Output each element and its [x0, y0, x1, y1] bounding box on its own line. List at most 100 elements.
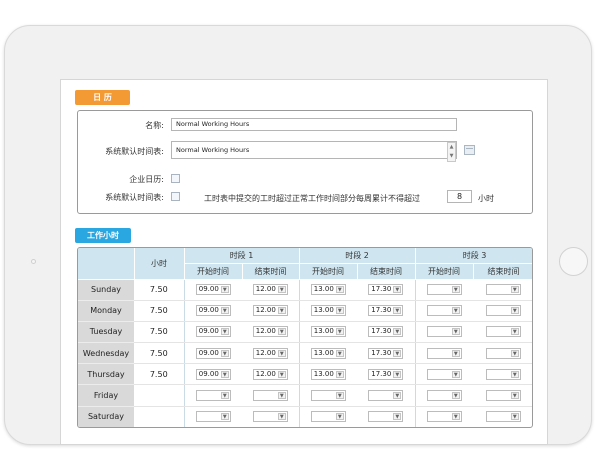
chevron-down-icon[interactable]: ▼: [451, 328, 460, 336]
chevron-down-icon[interactable]: ▼: [451, 286, 460, 294]
chevron-down-icon[interactable]: ▼: [510, 286, 519, 294]
chevron-down-icon[interactable]: ▼: [451, 370, 460, 378]
chevron-down-icon[interactable]: ▼: [277, 328, 286, 336]
p2-end-time-select[interactable]: 17.30 ▼: [368, 347, 404, 359]
tablet-home-button[interactable]: [559, 247, 588, 276]
p1-end-time-select[interactable]: 12.00 ▼: [252, 347, 288, 359]
chevron-down-icon[interactable]: ▼: [451, 349, 460, 357]
chevron-down-icon[interactable]: ▼: [510, 307, 519, 315]
chevron-down-icon[interactable]: ▼: [510, 370, 519, 378]
p1-end-time-select[interactable]: ▼: [252, 390, 288, 402]
calendar-icon[interactable]: [464, 145, 475, 155]
p3-start-time-select[interactable]: ▼: [426, 368, 462, 380]
p1-start-time-select[interactable]: 09.00 ▼: [195, 347, 231, 359]
p2-end-time-select[interactable]: 17.30 ▼: [368, 305, 404, 317]
chevron-down-icon[interactable]: ▼: [220, 370, 229, 378]
p1-end-time-select[interactable]: 12.00 ▼: [252, 305, 288, 317]
overtime-hours-input[interactable]: 8: [447, 190, 472, 203]
p1-end-time-select[interactable]: 12.00 ▼: [252, 284, 288, 296]
p3-start-time-select[interactable]: ▼: [426, 305, 462, 317]
p2-start-time-select[interactable]: 13.00 ▼: [310, 326, 346, 338]
p3-start-time-select[interactable]: ▼: [426, 390, 462, 402]
default-timesheet-checkbox[interactable]: [171, 192, 180, 201]
chevron-down-icon[interactable]: ▼: [220, 307, 229, 315]
chevron-down-icon[interactable]: ▼: [393, 370, 402, 378]
p2-end-time-select[interactable]: 17.30 ▼: [368, 284, 404, 296]
chevron-down-icon[interactable]: ▼: [220, 328, 229, 336]
chevron-down-icon[interactable]: ▼: [335, 307, 344, 315]
name-input[interactable]: Normal Working Hours: [171, 118, 457, 131]
p2-end-time-select[interactable]: ▼: [368, 390, 404, 402]
chevron-down-icon[interactable]: ▼: [510, 413, 519, 421]
chevron-down-icon[interactable]: ▼: [393, 413, 402, 421]
chevron-down-icon[interactable]: ▼: [277, 370, 286, 378]
chevron-down-icon[interactable]: ▼: [393, 307, 402, 315]
chevron-down-icon[interactable]: ▼: [277, 349, 286, 357]
chevron-down-icon[interactable]: ▼: [277, 413, 286, 421]
time-value: 13.00: [313, 327, 334, 336]
p3-start-time-select[interactable]: ▼: [426, 411, 462, 423]
chevron-down-icon[interactable]: ▼: [277, 286, 286, 294]
chevron-down-icon[interactable]: ▼: [510, 328, 519, 336]
app-screen: 日 历 名称: Normal Working Hours 系统默认时间表: No…: [60, 79, 548, 445]
chevron-down-icon[interactable]: ▼: [510, 392, 519, 400]
chevron-down-icon[interactable]: ▼: [277, 307, 286, 315]
default-timesheet-select[interactable]: Normal Working Hours: [171, 141, 457, 159]
chevron-down-icon[interactable]: ▼: [335, 286, 344, 294]
p1-end-cell: ▼: [242, 406, 300, 427]
chevron-down-icon[interactable]: ▼: [220, 286, 229, 294]
p3-start-time-select[interactable]: ▼: [426, 284, 462, 296]
spinner-icon[interactable]: ▲ ▼: [447, 142, 456, 162]
chevron-down-icon[interactable]: ▼: [393, 328, 402, 336]
p3-end-time-select[interactable]: ▼: [485, 368, 521, 380]
p2-start-time-select[interactable]: ▼: [310, 390, 346, 402]
p3-end-time-select[interactable]: ▼: [485, 284, 521, 296]
spin-down-icon[interactable]: ▼: [448, 152, 455, 161]
p2-end-time-select[interactable]: 17.30 ▼: [368, 326, 404, 338]
p2-start-time-select[interactable]: 13.00 ▼: [310, 368, 346, 380]
p3-start-time-select[interactable]: ▼: [426, 347, 462, 359]
chevron-down-icon[interactable]: ▼: [220, 349, 229, 357]
p1-end-time-select[interactable]: 12.00 ▼: [252, 326, 288, 338]
p3-start-time-select[interactable]: ▼: [426, 326, 462, 338]
p1-start-time-select[interactable]: ▼: [195, 411, 231, 423]
chevron-down-icon[interactable]: ▼: [335, 392, 344, 400]
chevron-down-icon[interactable]: ▼: [335, 413, 344, 421]
hours-cell: 7.50: [134, 321, 185, 344]
p2-end-time-select[interactable]: 17.30 ▼: [368, 368, 404, 380]
chevron-down-icon[interactable]: ▼: [220, 413, 229, 421]
chevron-down-icon[interactable]: ▼: [393, 286, 402, 294]
chevron-down-icon[interactable]: ▼: [393, 349, 402, 357]
p1-end-time-select[interactable]: ▼: [252, 411, 288, 423]
chevron-down-icon[interactable]: ▼: [277, 392, 286, 400]
p3-end-time-select[interactable]: ▼: [485, 326, 521, 338]
p2-end-time-select[interactable]: ▼: [368, 411, 404, 423]
p2-start-time-select[interactable]: 13.00 ▼: [310, 284, 346, 296]
p2-start-time-select[interactable]: ▼: [310, 411, 346, 423]
p1-start-time-select[interactable]: 09.00 ▼: [195, 368, 231, 380]
p1-start-time-select[interactable]: 09.00 ▼: [195, 284, 231, 296]
company-calendar-checkbox[interactable]: [171, 174, 180, 183]
p1-start-time-select[interactable]: 09.00 ▼: [195, 326, 231, 338]
chevron-down-icon[interactable]: ▼: [335, 328, 344, 336]
chevron-down-icon[interactable]: ▼: [451, 307, 460, 315]
chevron-down-icon[interactable]: ▼: [220, 392, 229, 400]
p3-end-time-select[interactable]: ▼: [485, 390, 521, 402]
chevron-down-icon[interactable]: ▼: [451, 392, 460, 400]
chevron-down-icon[interactable]: ▼: [335, 349, 344, 357]
p3-end-time-select[interactable]: ▼: [485, 411, 521, 423]
p2-start-time-select[interactable]: 13.00 ▼: [310, 305, 346, 317]
p3-end-time-select[interactable]: ▼: [485, 305, 521, 317]
chevron-down-icon[interactable]: ▼: [510, 349, 519, 357]
p2-start-time-select[interactable]: 13.00 ▼: [310, 347, 346, 359]
day-column-header: [78, 248, 135, 280]
chevron-down-icon[interactable]: ▼: [393, 392, 402, 400]
p3-end-time-select[interactable]: ▼: [485, 347, 521, 359]
p1-start-time-select[interactable]: ▼: [195, 390, 231, 402]
p1-start-time-select[interactable]: 09.00 ▼: [195, 305, 231, 317]
time-value: 12.00: [255, 285, 276, 294]
spin-up-icon[interactable]: ▲: [448, 143, 455, 152]
chevron-down-icon[interactable]: ▼: [335, 370, 344, 378]
chevron-down-icon[interactable]: ▼: [451, 413, 460, 421]
p1-end-time-select[interactable]: 12.00 ▼: [252, 368, 288, 380]
